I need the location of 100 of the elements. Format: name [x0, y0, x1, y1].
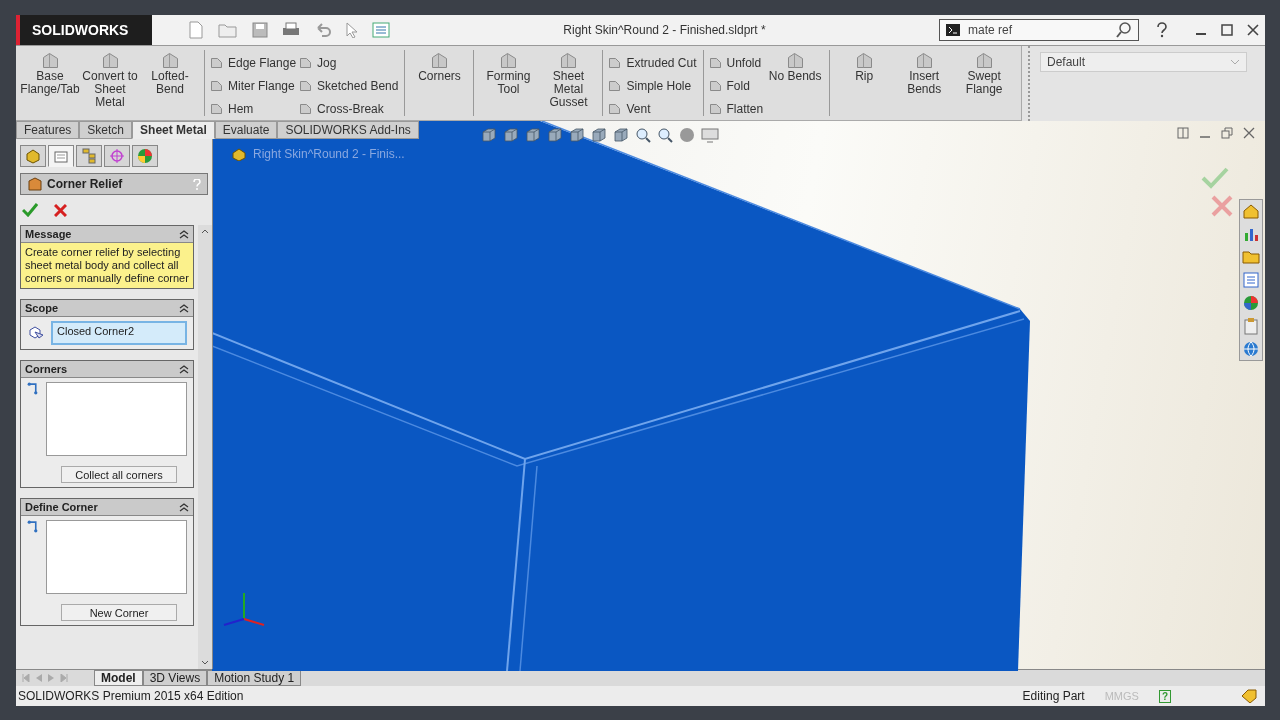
- new-document-icon[interactable]: [188, 21, 204, 39]
- cube-view-icon[interactable]: [591, 127, 607, 143]
- pointer-icon[interactable]: [346, 22, 358, 38]
- undo-icon[interactable]: [314, 22, 332, 38]
- ribbon-button[interactable]: Flatten: [709, 99, 764, 118]
- scrollbar[interactable]: [198, 225, 212, 669]
- ribbon-button[interactable]: Fold: [709, 76, 764, 95]
- caret-icon: [1230, 59, 1240, 65]
- cube-view-icon[interactable]: [613, 127, 629, 143]
- scope-field[interactable]: Closed Corner2: [51, 321, 187, 345]
- globe-icon[interactable]: [1242, 340, 1260, 358]
- ribbon-button[interactable]: Vent: [609, 99, 697, 118]
- sheet-part-icon: [300, 80, 312, 91]
- sheet-part-icon: [211, 57, 222, 68]
- part-icon: [231, 147, 247, 161]
- cube-view-icon[interactable]: [547, 127, 563, 143]
- ribbon-button[interactable]: Base Flange/Tab: [22, 53, 78, 96]
- ribbon-button[interactable]: Simple Hole: [609, 76, 697, 95]
- configuration-dropdown[interactable]: Default: [1040, 52, 1247, 72]
- monitor-icon[interactable]: [701, 127, 719, 143]
- tile-icon[interactable]: [1177, 127, 1189, 139]
- home-icon[interactable]: [1242, 202, 1260, 220]
- close-icon[interactable]: [1243, 127, 1255, 139]
- folder-icon[interactable]: [1242, 248, 1260, 266]
- ribbon-button[interactable]: Sketched Bend: [300, 76, 399, 95]
- ribbon-button[interactable]: Edge Flange: [211, 53, 297, 72]
- ribbon-button[interactable]: Convert to Sheet Metal: [82, 53, 138, 109]
- ribbon-button[interactable]: Extruded Cut: [609, 53, 697, 72]
- command-tab[interactable]: SOLIDWORKS Add-Ins: [277, 121, 419, 139]
- command-tab[interactable]: Evaluate: [214, 121, 278, 139]
- panel-tab[interactable]: [104, 145, 130, 167]
- sheet-part-icon: [42, 53, 58, 68]
- options-icon[interactable]: [372, 22, 390, 38]
- panel-tab[interactable]: [20, 145, 46, 167]
- ribbon-button[interactable]: Lofted-Bend: [142, 53, 198, 96]
- panel-button[interactable]: New Corner: [61, 604, 177, 621]
- clipboard-icon[interactable]: [1242, 317, 1260, 335]
- save-icon[interactable]: [252, 22, 268, 38]
- command-tab[interactable]: Features: [16, 121, 80, 139]
- help-icon[interactable]: [1155, 22, 1169, 38]
- ribbon-button[interactable]: Rip: [836, 53, 893, 83]
- ribbon-button[interactable]: Sheet Metal Gusset: [540, 53, 597, 109]
- cube-view-icon[interactable]: [481, 127, 497, 143]
- panel-tab[interactable]: [76, 145, 102, 167]
- first-arrow-icon[interactable]: [22, 674, 30, 682]
- maximize-icon[interactable]: [1221, 24, 1233, 36]
- selection-list[interactable]: [46, 520, 187, 594]
- left-arrow-icon[interactable]: [36, 674, 42, 682]
- ribbon-button[interactable]: Unfold: [709, 53, 764, 72]
- ribbon-button[interactable]: Miter Flange: [211, 76, 297, 95]
- selection-list[interactable]: [46, 382, 187, 456]
- collapse-icon[interactable]: [179, 502, 189, 512]
- ribbon-button[interactable]: Corners: [411, 53, 468, 83]
- ribbon-button[interactable]: No Bends: [767, 53, 824, 83]
- ribbon-button[interactable]: Hem: [211, 99, 297, 118]
- collapse-icon[interactable]: [179, 229, 189, 239]
- right-arrow-icon[interactable]: [48, 674, 54, 682]
- model-tab[interactable]: Model: [94, 670, 143, 686]
- section-title: Message: [25, 228, 72, 240]
- cube-view-icon[interactable]: [525, 127, 541, 143]
- panel-tab[interactable]: [132, 145, 158, 167]
- close-icon[interactable]: [1247, 24, 1259, 36]
- command-tab[interactable]: Sketch: [79, 121, 133, 139]
- scroll-up-icon[interactable]: [201, 229, 209, 234]
- panel-button[interactable]: Collect all corners: [61, 466, 177, 483]
- part-icon: [25, 148, 41, 164]
- cube-view-icon[interactable]: [569, 127, 585, 143]
- color-ball-icon[interactable]: [1242, 294, 1260, 312]
- ribbon-button[interactable]: Cross-Break: [300, 99, 399, 118]
- ok-check-icon[interactable]: [22, 203, 38, 217]
- cube-view-icon[interactable]: [503, 127, 519, 143]
- panel-tab[interactable]: [48, 145, 74, 167]
- color-ball-icon: [137, 148, 153, 164]
- sphere-icon[interactable]: [679, 127, 695, 143]
- ribbon-button[interactable]: Forming Tool: [480, 53, 537, 96]
- zoom-icon[interactable]: [635, 127, 651, 143]
- printer-icon[interactable]: [282, 22, 300, 38]
- sheet-part-icon: [102, 53, 118, 68]
- ribbon-button[interactable]: Jog: [300, 53, 399, 72]
- restore-icon[interactable]: [1221, 127, 1233, 139]
- model-tab[interactable]: 3D Views: [142, 670, 208, 686]
- ribbon-button[interactable]: Insert Bends: [896, 53, 953, 96]
- list-icon[interactable]: [1242, 271, 1260, 289]
- last-arrow-icon[interactable]: [60, 674, 68, 682]
- app-logo[interactable]: SOLIDWORKS: [16, 15, 152, 45]
- command-prompt-icon: [946, 24, 960, 36]
- window-title: Right Skin^Round 2 - Finished.sldprt *: [562, 23, 767, 37]
- search-icon[interactable]: [1116, 22, 1132, 38]
- ribbon-button[interactable]: Swept Flange: [956, 53, 1013, 96]
- cancel-x-icon[interactable]: [1211, 195, 1233, 217]
- zoom-icon[interactable]: [657, 127, 673, 143]
- collapse-icon[interactable]: [179, 303, 189, 313]
- sheet-part-icon: [609, 80, 621, 91]
- collapse-icon[interactable]: [179, 364, 189, 374]
- search-field[interactable]: mate ref: [939, 19, 1139, 41]
- scroll-down-icon[interactable]: [201, 660, 209, 665]
- command-tab[interactable]: Sheet Metal: [132, 121, 215, 139]
- tag-icon[interactable]: [1241, 689, 1257, 703]
- ok-check-icon[interactable]: [1201, 167, 1229, 189]
- cancel-x-icon[interactable]: [54, 203, 67, 217]
